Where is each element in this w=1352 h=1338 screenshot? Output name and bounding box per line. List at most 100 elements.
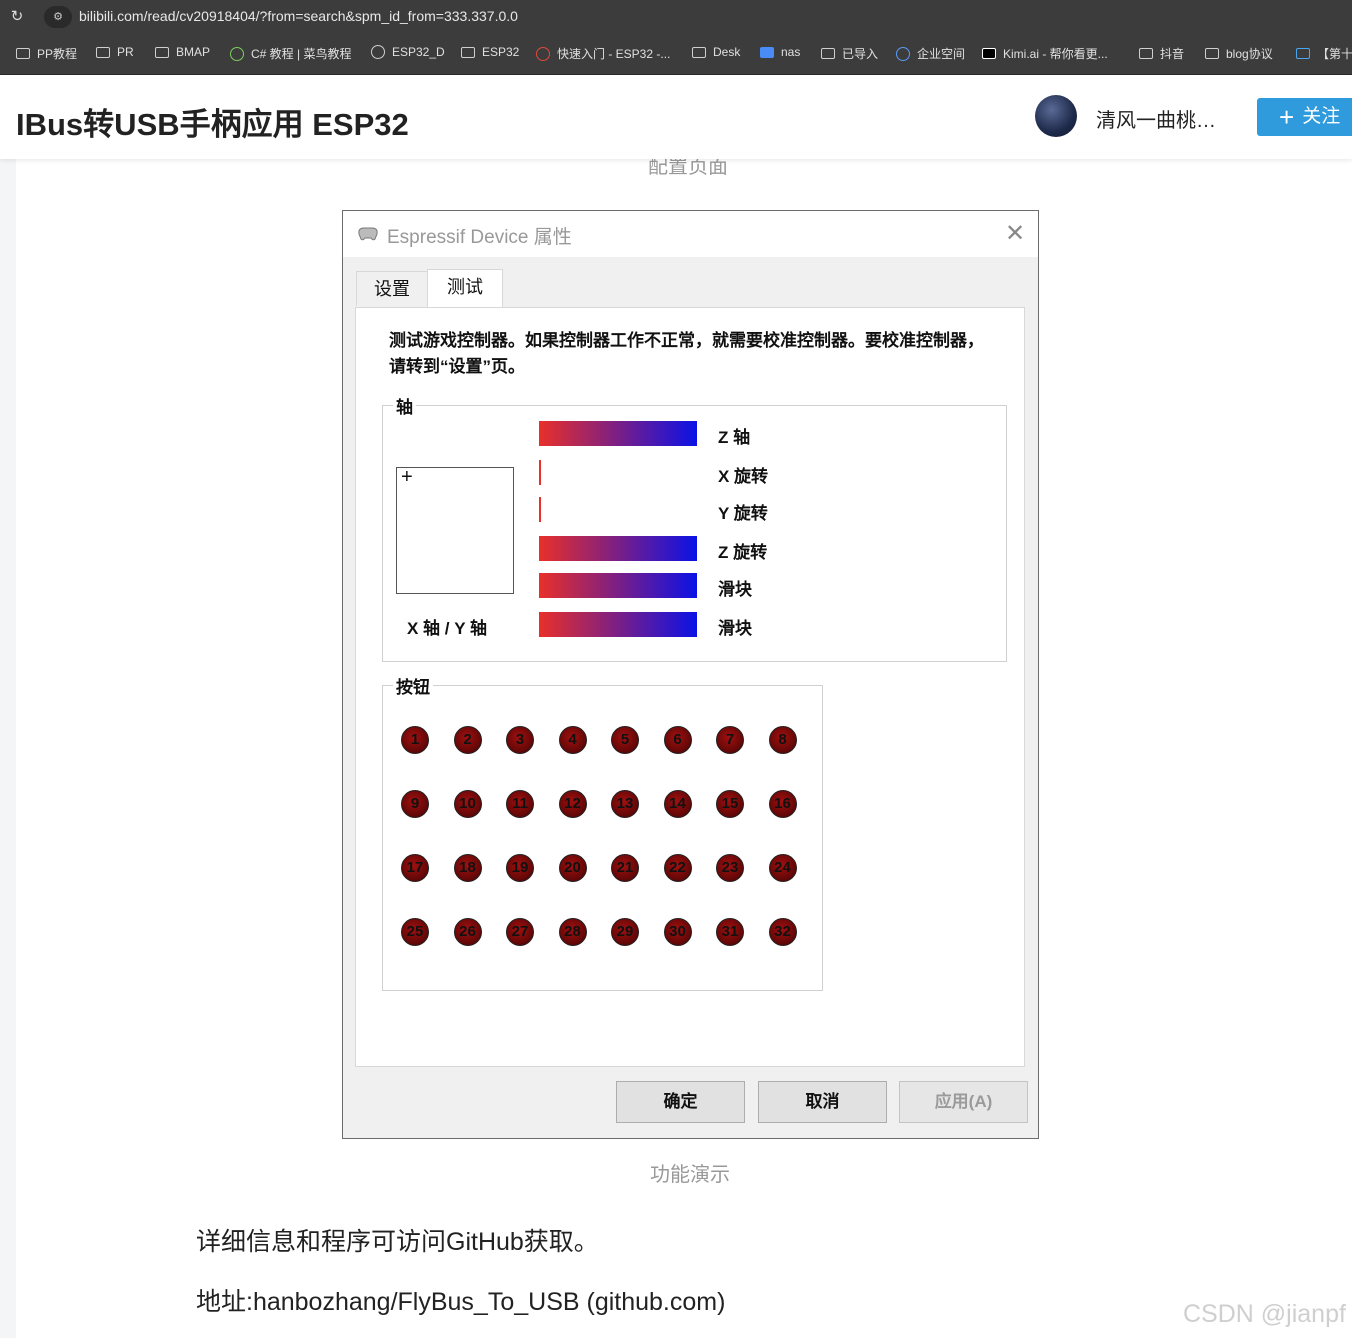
left-margin (0, 159, 16, 1338)
csdn-watermark: CSDN @jianpf (1183, 1300, 1346, 1328)
bookmark-item[interactable]: PR (96, 45, 134, 59)
button-indicator: 15 (716, 790, 744, 818)
author-avatar[interactable] (1035, 95, 1077, 137)
button-indicator: 16 (768, 790, 797, 818)
apply-button[interactable]: 应用(A) (899, 1081, 1028, 1123)
tab-test[interactable]: 测试 (427, 269, 503, 309)
bookmarks-bar: PP教程 PR BMAP C# 教程 | 菜鸟教程 ESP32_D ESP32 … (0, 34, 1352, 75)
button-indicator: 26 (453, 918, 482, 946)
bookmark-item[interactable]: C# 教程 | 菜鸟教程 (230, 45, 351, 62)
button-indicator: 5 (611, 726, 639, 754)
button-indicator: 22 (663, 854, 692, 882)
author-name[interactable]: 清风一曲桃… (1096, 104, 1216, 133)
bookmark-item[interactable]: Kimi.ai - 帮你看更... (982, 45, 1108, 62)
article-paragraph: 详细信息和程序可访问GitHub获取。 (196, 1228, 599, 1256)
cancel-button[interactable]: 取消 (758, 1081, 887, 1123)
button-indicator: 29 (611, 918, 639, 946)
axis-label: X 旋转 (718, 467, 769, 486)
dialog-titlebar: Espressif Device 属性 ✕ (343, 211, 1038, 257)
button-indicator: 30 (663, 918, 692, 946)
bookmark-item[interactable]: blog协议 (1205, 45, 1273, 62)
button-indicator: 8 (768, 726, 797, 754)
controller-properties-dialog: Espressif Device 属性 ✕ 设置 测试 测试游戏控制器。如果控制… (342, 210, 1039, 1139)
url-text[interactable]: bilibili.com/read/cv20918404/?from=searc… (79, 8, 518, 24)
axes-group-label: 轴 (393, 393, 416, 418)
dialog-description: 测试游戏控制器。如果控制器工作不正常，就需要校准控制器。要校准控制器，请转到“设… (389, 331, 984, 376)
button-indicator: 1 (401, 726, 429, 754)
kimi-icon (982, 48, 996, 59)
folder-icon (461, 46, 475, 58)
article-header: IBus转USB手柄应用 ESP32 清风一曲桃… + 关注 (0, 75, 1352, 159)
xy-axis-label: X 轴 / Y 轴 (407, 619, 487, 638)
folder-icon (1205, 48, 1219, 59)
button-indicator: 2 (453, 726, 482, 754)
follow-button[interactable]: + 关注 (1257, 98, 1352, 136)
button-indicator: 32 (768, 918, 797, 946)
bookmark-item[interactable]: 已导入 (821, 45, 878, 62)
button-indicator: 17 (401, 854, 429, 882)
cloud-icon (896, 46, 910, 61)
crosshair-icon: + (401, 466, 413, 488)
tab-settings[interactable]: 设置 (356, 271, 428, 306)
bookmark-item[interactable]: PP教程 (16, 45, 77, 62)
bookmark-item[interactable]: 【第十 (1296, 45, 1352, 62)
button-indicator: 12 (558, 790, 587, 818)
folder-icon (16, 48, 30, 59)
xy-axis-box: + (396, 466, 514, 594)
bookmark-item[interactable]: 企业空间 (896, 45, 965, 62)
button-indicator: 27 (506, 918, 534, 946)
button-indicator: 14 (663, 790, 692, 818)
test-tab-panel: 测试游戏控制器。如果控制器工作不正常，就需要校准控制器。要校准控制器，请转到“设… (355, 307, 1025, 1067)
reload-icon[interactable]: ↻ (8, 8, 26, 26)
axes-group: 轴 + X 轴 / Y 轴 Z 轴X 旋转 Y 旋转 Z 旋转 滑块 滑块 (382, 393, 1007, 662)
button-indicator: 9 (401, 790, 429, 818)
button-indicator: 18 (453, 854, 482, 882)
button-indicator: 11 (506, 790, 534, 818)
button-indicator: 25 (401, 918, 429, 946)
folder-icon (692, 46, 706, 58)
globe-icon (371, 45, 385, 59)
button-indicator: 28 (558, 918, 587, 946)
article-title: IBus转USB手柄应用 ESP32 (16, 107, 409, 142)
bookmark-item[interactable]: ESP32 (461, 45, 519, 59)
button-indicator: 3 (506, 726, 534, 754)
gamepad-icon (358, 227, 378, 241)
dialog-title: Espressif Device 属性 (387, 227, 572, 248)
close-icon[interactable]: ✕ (1005, 219, 1025, 248)
site-info-icon[interactable]: ⚙ (44, 6, 72, 28)
ok-button[interactable]: 确定 (616, 1081, 745, 1123)
button-indicator: 4 (558, 726, 587, 754)
axis-level-bar (539, 460, 541, 485)
folder-icon (155, 46, 169, 58)
axis-level-bar (539, 536, 697, 561)
bookmark-item[interactable]: ESP32_D (371, 45, 445, 59)
axis-level-bar (539, 421, 697, 446)
button-indicator: 10 (453, 790, 482, 818)
bookmark-item[interactable]: Desk (692, 45, 740, 59)
bookmark-item[interactable]: 快速入门 - ESP32 -... (536, 45, 670, 62)
axis-label: Z 轴 (718, 428, 751, 447)
folder-icon (821, 48, 835, 59)
button-indicator: 23 (716, 854, 744, 882)
dsm-icon (760, 46, 774, 58)
axis-level-bar (539, 612, 697, 637)
article-link-paragraph[interactable]: 地址:hanbozhang/FlyBus_To_USB (github.com) (196, 1282, 725, 1318)
button-indicator: 7 (716, 726, 744, 754)
button-indicator: 31 (716, 918, 744, 946)
browser-address-bar: ↻ ⚙ bilibili.com/read/cv20918404/?from=s… (0, 0, 1352, 34)
bookmark-item[interactable]: BMAP (155, 45, 210, 59)
button-indicator: 24 (768, 854, 797, 882)
axis-label: 滑块 (718, 619, 752, 638)
image-caption: 功能演示 (650, 1164, 730, 1186)
espressif-icon (536, 46, 550, 61)
axis-label: Y 旋转 (718, 504, 768, 523)
buttons-group-label: 按钮 (393, 673, 433, 698)
button-indicator: 13 (611, 790, 639, 818)
runoob-icon (230, 46, 244, 61)
button-indicator: 6 (663, 726, 692, 754)
folder-icon (96, 46, 110, 58)
plus-icon: + (1279, 102, 1295, 132)
buttons-group: 按钮 1 2 3 4 5 6 7 8 9 10 11 12 13 14 15 16 17 18 19 20 21 22 23… (382, 673, 823, 991)
bookmark-item[interactable]: 抖音 (1139, 45, 1184, 62)
bookmark-item[interactable]: nas (760, 45, 800, 59)
